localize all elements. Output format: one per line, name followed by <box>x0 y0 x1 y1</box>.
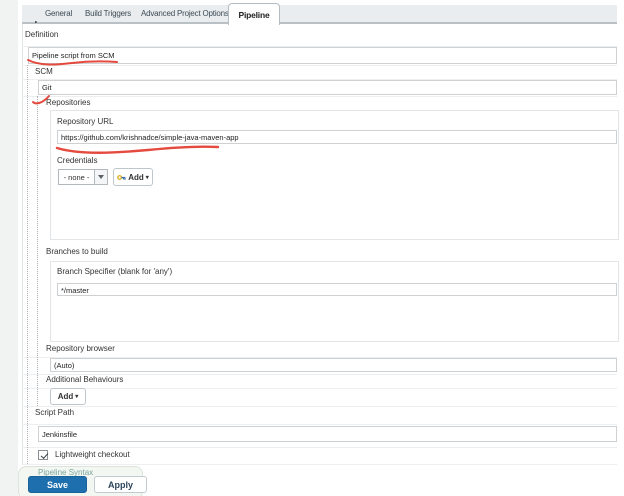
branch-specifier-input[interactable] <box>57 283 617 296</box>
chevron-down-icon <box>98 175 104 179</box>
repository-url-label: Repository URL <box>57 117 113 126</box>
row-separator <box>22 388 617 389</box>
repository-browser-select[interactable]: (Auto) <box>50 358 617 372</box>
definition-label: Definition <box>25 30 58 39</box>
scm-label: SCM <box>35 67 53 76</box>
tab-build-triggers[interactable]: Build Triggers <box>85 9 131 18</box>
additional-behaviours-label: Additional Behaviours <box>46 375 123 384</box>
key-icon <box>117 173 126 182</box>
row-separator <box>22 406 617 407</box>
lightweight-checkout-label: Lightweight checkout <box>55 450 130 459</box>
credentials-select-chevron[interactable] <box>95 169 108 185</box>
row-separator <box>22 96 617 97</box>
checkmark-icon <box>40 451 48 459</box>
jenkins-pipeline-config-page: General Build Triggers Advanced Project … <box>0 0 624 496</box>
row-separator <box>22 464 617 465</box>
script-path-label: Script Path <box>35 408 74 417</box>
tab-advanced-project-options[interactable]: Advanced Project Options <box>141 9 229 18</box>
branches-to-build-label: Branches to build <box>46 247 108 256</box>
nesting-guide-line <box>37 96 38 406</box>
caret-down-icon: ▾ <box>146 174 149 181</box>
caret-down-icon: ▾ <box>75 393 78 400</box>
section-heading-clipped: Pipeline <box>25 21 105 26</box>
additional-add-label: Add <box>58 392 74 401</box>
repository-browser-value: (Auto) <box>54 361 74 370</box>
branch-specifier-label: Branch Specifier (blank for 'any') <box>57 267 172 276</box>
definition-select-value: Pipeline script from SCM <box>32 51 115 60</box>
content-left-border <box>22 24 23 465</box>
credentials-label: Credentials <box>57 156 97 165</box>
tab-general[interactable]: General <box>45 9 72 18</box>
credentials-select[interactable]: - none - <box>58 169 95 185</box>
save-button[interactable]: Save <box>28 476 87 493</box>
page-left-margin <box>0 0 18 496</box>
repositories-label: Repositories <box>46 98 90 107</box>
scm-select-value: Git <box>42 83 52 92</box>
repository-browser-label: Repository browser <box>46 344 115 353</box>
row-separator <box>22 424 617 425</box>
credentials-add-button[interactable]: Add ▾ <box>113 168 153 186</box>
tab-pipeline-active[interactable]: Pipeline <box>228 3 280 25</box>
lightweight-checkout-checkbox[interactable] <box>38 450 48 460</box>
script-path-input[interactable] <box>38 426 617 442</box>
scm-select[interactable]: Git <box>38 80 617 95</box>
row-separator <box>22 65 617 66</box>
repository-url-input[interactable] <box>57 130 617 144</box>
additional-behaviours-add-button[interactable]: Add ▾ <box>50 388 86 405</box>
apply-button[interactable]: Apply <box>94 476 147 493</box>
credentials-add-label: Add <box>128 173 144 182</box>
row-separator <box>22 447 617 448</box>
credentials-select-value: - none - <box>64 173 90 182</box>
definition-select[interactable]: Pipeline script from SCM <box>28 47 617 64</box>
nesting-guide-line <box>27 65 28 464</box>
